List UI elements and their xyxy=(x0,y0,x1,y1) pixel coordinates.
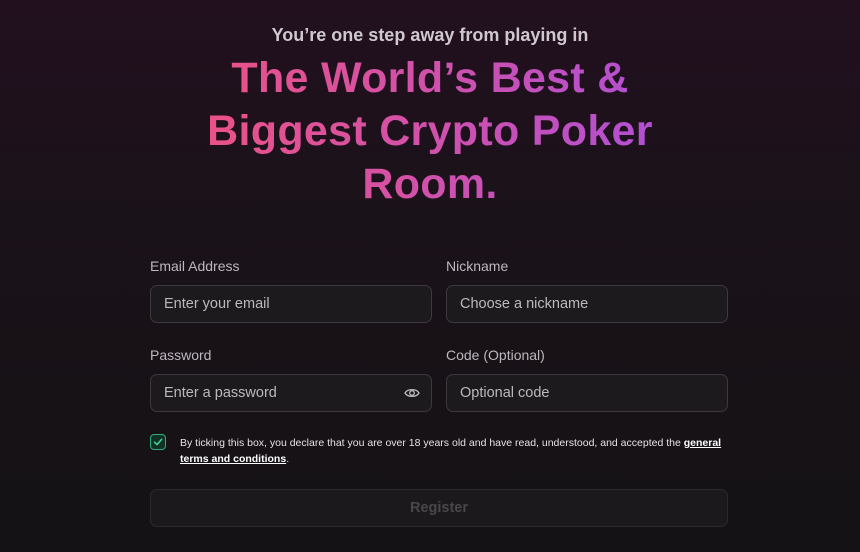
consent-checkbox[interactable] xyxy=(150,434,166,450)
register-button[interactable]: Register xyxy=(150,489,728,527)
password-label: Password xyxy=(150,347,212,363)
nickname-input-wrap xyxy=(446,285,728,323)
email-label: Email Address xyxy=(150,258,240,274)
headline-line-2: Biggest Crypto Poker xyxy=(207,107,653,155)
email-input-wrap xyxy=(150,285,432,323)
checkmark-icon xyxy=(153,438,163,446)
page-subtitle: You’re one step away from playing in xyxy=(271,25,589,45)
code-input[interactable] xyxy=(447,375,727,411)
code-label: Code (Optional) xyxy=(446,347,545,363)
consent-text: By ticking this box, you declare that yo… xyxy=(180,435,740,467)
nickname-input[interactable] xyxy=(447,286,727,322)
password-input[interactable] xyxy=(151,375,431,411)
consent-suffix: . xyxy=(286,453,290,465)
consent-statement: By ticking this box, you declare that yo… xyxy=(180,437,684,449)
code-input-wrap xyxy=(446,374,728,412)
code-group: Code (Optional) xyxy=(446,347,728,412)
password-group: Password xyxy=(150,347,432,412)
nickname-group: Nickname xyxy=(446,258,728,323)
email-input[interactable] xyxy=(151,286,431,322)
nickname-label: Nickname xyxy=(446,258,509,274)
password-input-wrap xyxy=(150,374,432,412)
email-group: Email Address xyxy=(150,258,432,323)
page-headline: The World’s Best & Biggest Crypto Poker … xyxy=(130,52,730,211)
headline-line-3: Room. xyxy=(362,160,498,208)
headline-line-1: The World’s Best & xyxy=(231,54,629,102)
eye-icon[interactable] xyxy=(404,386,420,400)
